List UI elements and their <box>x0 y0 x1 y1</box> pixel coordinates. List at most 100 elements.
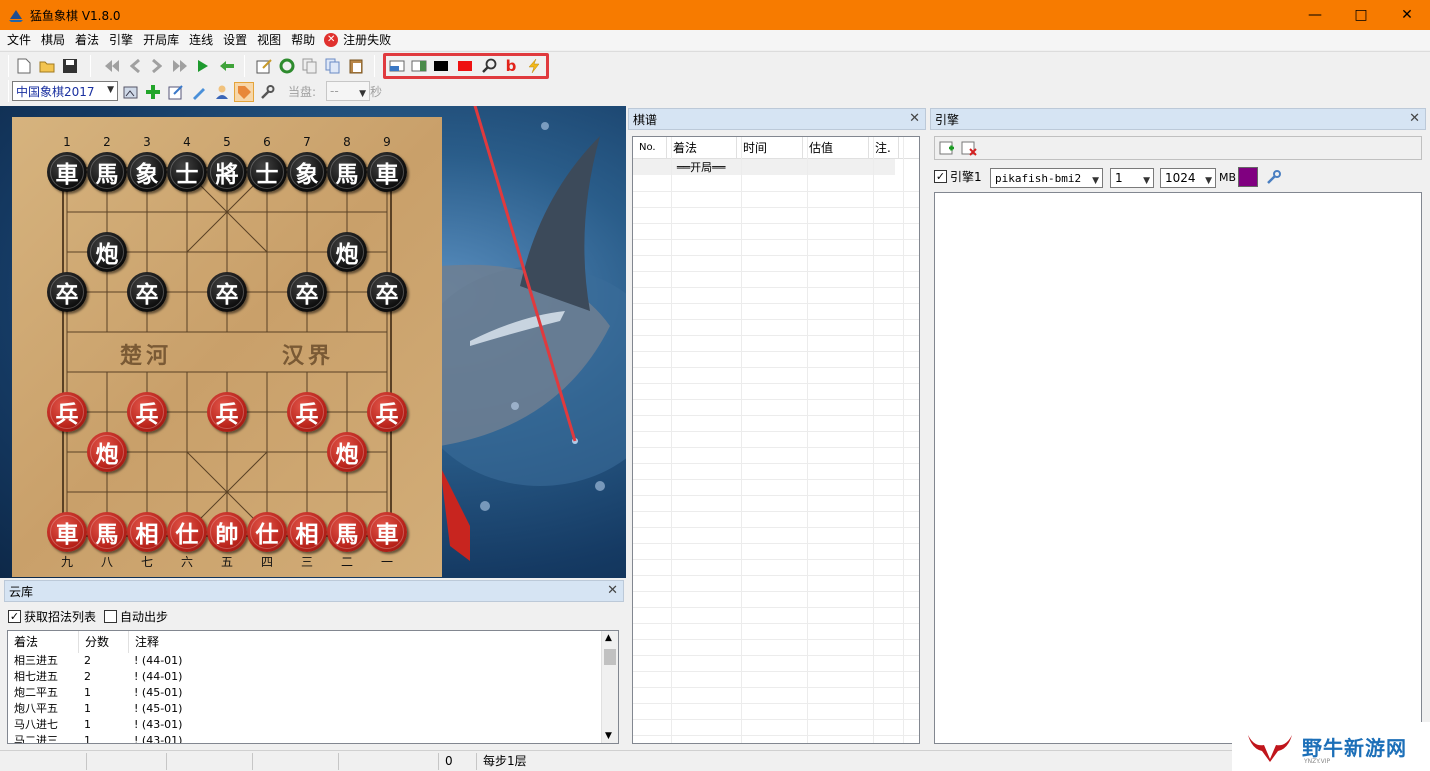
tag-icon[interactable] <box>234 82 254 102</box>
black-piece[interactable]: 炮 <box>327 232 367 272</box>
wrench-icon[interactable] <box>257 82 277 102</box>
black-piece[interactable]: 將 <box>207 152 247 192</box>
menu-connect[interactable]: 连线 <box>184 30 218 50</box>
copy-icon[interactable] <box>300 56 320 76</box>
red-piece[interactable]: 兵 <box>367 392 407 432</box>
close-icon[interactable]: ✕ <box>607 583 618 598</box>
undo-arrow-icon[interactable] <box>217 56 237 76</box>
black-piece[interactable]: 士 <box>247 152 287 192</box>
board-coord-top: 3 <box>143 135 151 149</box>
engine-settings-wrench-icon[interactable] <box>1264 167 1284 187</box>
black-piece[interactable]: 象 <box>287 152 327 192</box>
auto-move-checkbox[interactable]: 自动出步 <box>104 608 168 625</box>
edit-icon[interactable] <box>166 82 186 102</box>
black-piece[interactable]: 象 <box>127 152 167 192</box>
close-icon[interactable]: ✕ <box>909 111 920 126</box>
cloud-scrollbar[interactable]: ▲ ▼ <box>601 631 618 743</box>
red-piece[interactable]: 兵 <box>287 392 327 432</box>
maximize-button[interactable]: □ <box>1338 0 1384 30</box>
next-move-icon[interactable] <box>147 56 167 76</box>
current-label: 当盘: <box>288 85 317 99</box>
copy-fen-icon[interactable] <box>323 56 343 76</box>
red-piece[interactable]: 仕 <box>167 512 207 552</box>
black-piece[interactable]: 卒 <box>127 272 167 312</box>
open-folder-icon[interactable] <box>37 56 57 76</box>
scroll-up-icon[interactable]: ▲ <box>605 633 612 643</box>
cloud-table-row[interactable]: 相三进五 2 ! (44-01) <box>8 653 618 669</box>
engine-output-area[interactable] <box>934 192 1422 744</box>
menu-engine[interactable]: 引擎 <box>104 30 138 50</box>
pen-icon[interactable] <box>189 82 209 102</box>
add-engine-icon[interactable] <box>937 139 957 159</box>
black-piece[interactable]: 卒 <box>207 272 247 312</box>
save-icon[interactable] <box>60 56 80 76</box>
black-piece[interactable]: 卒 <box>287 272 327 312</box>
add-icon[interactable] <box>143 82 163 102</box>
red-piece[interactable]: 炮 <box>327 432 367 472</box>
user-icon[interactable] <box>212 82 232 102</box>
red-piece[interactable]: 仕 <box>247 512 287 552</box>
cloud-table-row[interactable]: 马二进三 1 ! (43-01) <box>8 733 618 743</box>
cloud-table-row[interactable]: 炮二平五 1 ! (45-01) <box>8 685 618 701</box>
hash-select[interactable]: 1024 ▼ <box>1160 168 1216 188</box>
red-piece[interactable]: 兵 <box>207 392 247 432</box>
red-piece[interactable]: 馬 <box>87 512 127 552</box>
black-piece[interactable]: 士 <box>167 152 207 192</box>
black-piece[interactable]: 馬 <box>327 152 367 192</box>
minimize-button[interactable]: — <box>1292 0 1338 30</box>
fetch-moves-checkbox[interactable]: ✓ 获取招法列表 <box>8 608 96 625</box>
game-type-select[interactable]: 中国象棋2017 ▼ <box>12 81 118 101</box>
xiangqi-board[interactable]: 123456789 九八七六五四三二一 楚河 汉界 車馬象士將士象馬車炮炮卒卒卒… <box>12 117 442 577</box>
black-piece[interactable]: 卒 <box>47 272 87 312</box>
red-piece[interactable]: 相 <box>287 512 327 552</box>
menu-settings[interactable]: 设置 <box>218 30 252 50</box>
close-button[interactable]: ✕ <box>1384 0 1430 30</box>
cloud-table-row[interactable]: 马八进七 1 ! (43-01) <box>8 717 618 733</box>
black-piece[interactable]: 馬 <box>87 152 127 192</box>
first-move-icon[interactable] <box>102 56 122 76</box>
menu-file[interactable]: 文件 <box>2 30 36 50</box>
menu-opening-book[interactable]: 开局库 <box>138 30 184 50</box>
red-piece[interactable]: 相 <box>127 512 167 552</box>
board-image-icon[interactable] <box>121 82 141 102</box>
scroll-down-icon[interactable]: ▼ <box>605 731 612 741</box>
engine-name-select[interactable]: pikafish-bmi2 ▼ <box>990 168 1103 188</box>
red-piece[interactable]: 兵 <box>47 392 87 432</box>
menu-view[interactable]: 视图 <box>252 30 286 50</box>
cloud-moves-table[interactable]: 着法 分数 注释 相三进五 2 ! (44-01) 相七进五 2 ! (44-01) 炮二平… <box>7 630 619 744</box>
threads-select[interactable]: 1 ▼ <box>1110 168 1154 188</box>
red-piece[interactable]: 炮 <box>87 432 127 472</box>
registration-status[interactable]: ✕ 注册失败 <box>320 30 396 50</box>
remove-engine-icon[interactable] <box>959 139 979 159</box>
close-icon[interactable]: ✕ <box>1409 111 1420 126</box>
red-piece[interactable]: 車 <box>367 512 407 552</box>
previous-move-icon[interactable] <box>125 56 145 76</box>
paste-icon[interactable] <box>346 56 366 76</box>
red-piece[interactable]: 帥 <box>207 512 247 552</box>
menu-game[interactable]: 棋局 <box>36 30 70 50</box>
black-piece[interactable]: 車 <box>367 152 407 192</box>
black-piece[interactable]: 車 <box>47 152 87 192</box>
menu-help[interactable]: 帮助 <box>286 30 320 50</box>
last-move-icon[interactable] <box>170 56 190 76</box>
edit-board-icon[interactable] <box>254 56 274 76</box>
menu-moves[interactable]: 着法 <box>70 30 104 50</box>
engine-enable-checkbox[interactable]: ✓ 引擎1 <box>934 168 982 185</box>
cloud-table-row[interactable]: 炮八平五 1 ! (45-01) <box>8 701 618 717</box>
black-piece[interactable]: 卒 <box>367 272 407 312</box>
red-piece[interactable]: 兵 <box>127 392 167 432</box>
cloud-table-row[interactable]: 相七进五 2 ! (44-01) <box>8 669 618 685</box>
current-select[interactable]: -- ▼ <box>326 81 370 101</box>
menu-bar: 文件 棋局 着法 引擎 开局库 连线 设置 视图 帮助 ✕ 注册失败 <box>0 30 1430 50</box>
red-piece[interactable]: 車 <box>47 512 87 552</box>
black-piece[interactable]: 炮 <box>87 232 127 272</box>
red-piece[interactable]: 馬 <box>327 512 367 552</box>
play-icon[interactable] <box>193 56 213 76</box>
error-icon: ✕ <box>324 33 339 47</box>
record-row-opening[interactable]: ══开局══ <box>633 159 895 175</box>
scroll-thumb[interactable] <box>604 649 616 665</box>
refresh-icon[interactable] <box>277 56 297 76</box>
new-file-icon[interactable] <box>14 56 34 76</box>
record-table[interactable]: No. 着法 时间 估值 注. ══开局══ <box>632 136 920 744</box>
engine-color-swatch[interactable] <box>1238 167 1258 187</box>
